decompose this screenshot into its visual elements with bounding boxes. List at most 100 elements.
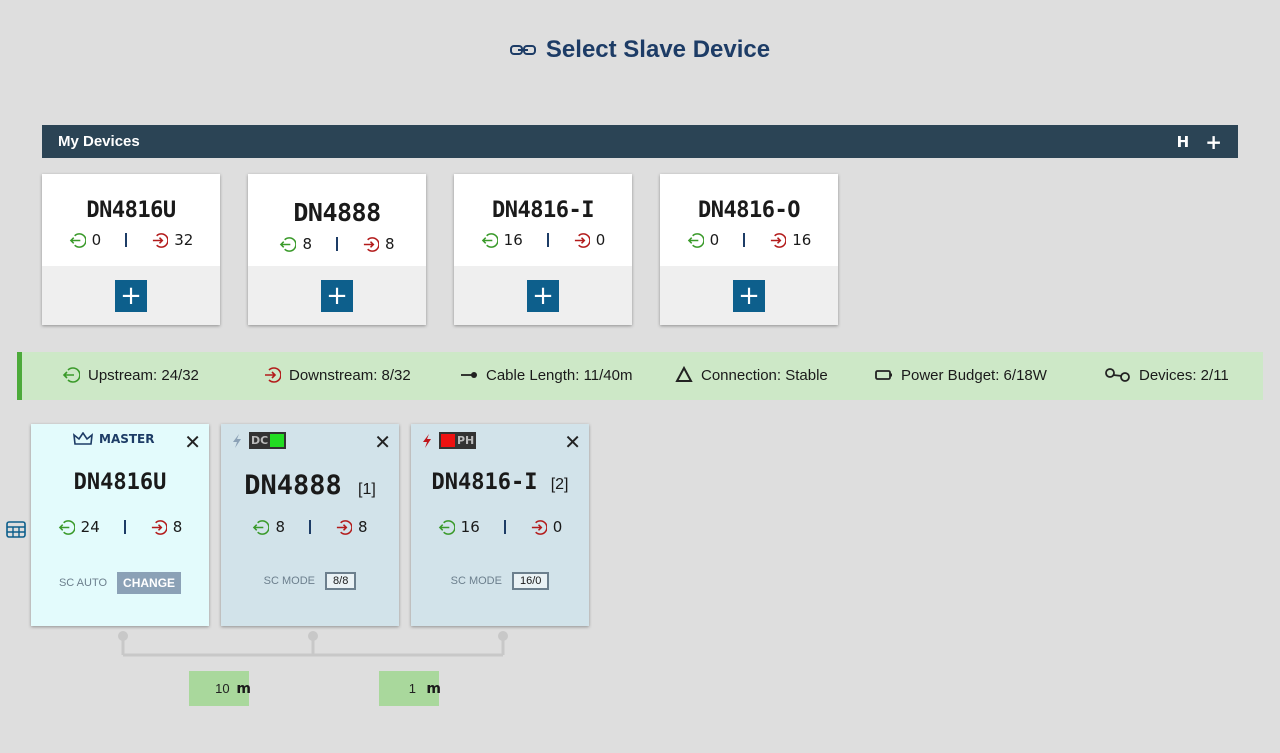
divider xyxy=(123,520,126,534)
cable-length-1: m xyxy=(189,671,251,706)
status-downstream: Downstream: 8/32 xyxy=(263,366,411,384)
output-count: 0 xyxy=(552,518,563,536)
status-power: Power Budget: 6/18W xyxy=(875,366,1047,384)
my-devices-bar: My Devices H + xyxy=(42,125,1238,158)
output-icon xyxy=(336,519,352,535)
upstream-icon xyxy=(62,367,80,383)
status-bar: Upstream: 24/32 Downstream: 8/32 Cable L… xyxy=(17,352,1263,400)
output-icon xyxy=(531,519,547,535)
device-name: DN4888 [1] xyxy=(221,470,399,501)
remove-device-button[interactable]: ✕ xyxy=(564,430,581,454)
device-card-dn4816-o: DN4816-O 0 16 + xyxy=(660,174,838,325)
cable-length-2: m xyxy=(379,671,441,706)
power-mode-pill[interactable]: DC xyxy=(249,432,287,449)
mode-row: SC MODE 8/8 xyxy=(221,572,399,590)
my-devices-label: My Devices xyxy=(58,133,140,150)
io-counts: 16 0 xyxy=(411,518,589,536)
divider xyxy=(125,233,128,247)
power-text: Power Budget: 6/18W xyxy=(901,366,1047,384)
page-header: Select Slave Device xyxy=(0,36,1280,64)
add-device-button[interactable]: + xyxy=(1205,132,1222,152)
mode-value[interactable]: 8/8 xyxy=(325,572,357,590)
upstream-text: Upstream: 24/32 xyxy=(88,366,199,384)
device-card-dn4816u: DN4816U 0 32 + xyxy=(42,174,220,325)
output-icon xyxy=(151,519,167,535)
mode-row: SC AUTO CHANGE xyxy=(31,572,209,594)
power-mode-pill[interactable]: PH xyxy=(439,432,477,449)
io-counts: 24 8 xyxy=(31,518,209,536)
pill-indicator xyxy=(270,434,285,447)
mode-row: SC MODE 16/0 xyxy=(411,572,589,590)
master-label: MASTER xyxy=(99,432,155,446)
remove-device-button[interactable]: ✕ xyxy=(374,430,391,454)
remove-device-button[interactable]: ✕ xyxy=(184,430,201,454)
pill-label: DC xyxy=(251,434,269,447)
output-count: 32 xyxy=(174,231,194,249)
crown-icon xyxy=(73,432,93,445)
pill-indicator xyxy=(441,434,455,447)
h-button[interactable]: H xyxy=(1177,133,1190,151)
status-cable: Cable Length: 11/40m xyxy=(460,366,633,384)
device-name-text: DN4816-I xyxy=(431,470,538,495)
device-card-dn4888: DN4888 8 8 + xyxy=(248,174,426,325)
connector-node xyxy=(308,631,318,641)
bolt-icon xyxy=(233,433,241,448)
input-count: 0 xyxy=(709,231,720,249)
device-index: [1] xyxy=(358,481,376,498)
input-icon xyxy=(687,232,704,248)
device-card-dn4816-i: DN4816-I 16 0 + xyxy=(454,174,632,325)
output-count: 8 xyxy=(172,518,183,536)
output-count: 16 xyxy=(792,231,812,249)
device-index: [2] xyxy=(550,476,569,493)
output-icon xyxy=(363,236,379,252)
connector-node xyxy=(118,631,128,641)
downstream-icon xyxy=(265,367,281,383)
add-to-chain-button[interactable]: + xyxy=(733,279,765,312)
input-icon xyxy=(280,236,297,252)
output-count: 8 xyxy=(385,235,395,253)
output-icon xyxy=(574,232,590,248)
page-title: Select Slave Device xyxy=(545,36,771,63)
connector-node xyxy=(498,631,508,641)
input-icon xyxy=(481,232,498,248)
chain-card-slave-1: DC ✕ DN4888 [1] 8 8 SC MODE 8/8 xyxy=(221,424,399,626)
mode-label: SC AUTO xyxy=(58,577,108,589)
battery-icon xyxy=(875,370,892,380)
device-name-text: DN4888 xyxy=(244,470,342,501)
devices-link-icon xyxy=(1105,368,1130,382)
device-name: DN4888 xyxy=(293,198,381,227)
cable-text: Cable Length: 11/40m xyxy=(486,366,633,384)
chain-card-master: MASTER ✕ DN4816U 24 8 SC AUTO CHANGE xyxy=(31,424,209,626)
device-name: DN4816U xyxy=(86,198,176,223)
cable-unit: m xyxy=(236,680,251,697)
input-icon xyxy=(58,519,75,535)
status-upstream: Upstream: 24/32 xyxy=(62,366,199,384)
input-icon xyxy=(253,519,270,535)
divider xyxy=(336,237,338,251)
divider xyxy=(503,520,506,534)
output-icon xyxy=(771,232,787,248)
input-count: 0 xyxy=(91,231,102,249)
divider xyxy=(546,233,549,247)
slave-header: PH xyxy=(421,432,477,449)
mode-label: SC MODE xyxy=(263,575,316,587)
input-count: 16 xyxy=(503,231,523,249)
mode-value[interactable]: 16/0 xyxy=(511,572,550,590)
io-counts: 0 32 xyxy=(42,231,220,249)
chain-card-slave-2: PH ✕ DN4816-I [2] 16 0 SC MODE 16/0 xyxy=(411,424,589,626)
input-count: 16 xyxy=(460,518,480,536)
change-button[interactable]: CHANGE xyxy=(117,572,182,594)
master-badge: MASTER xyxy=(73,432,155,446)
io-counts: 16 0 xyxy=(454,231,632,249)
add-to-chain-button[interactable]: + xyxy=(321,279,353,312)
cable-icon xyxy=(461,372,477,378)
add-to-chain-button[interactable]: + xyxy=(527,279,559,312)
input-count: 24 xyxy=(80,518,100,536)
add-to-chain-button[interactable]: + xyxy=(115,279,147,312)
table-icon[interactable] xyxy=(6,521,26,538)
output-count: 0 xyxy=(595,231,606,249)
output-icon xyxy=(153,232,169,248)
link-icon xyxy=(509,45,536,55)
pill-label: PH xyxy=(457,434,475,447)
io-counts: 8 8 xyxy=(221,518,399,536)
